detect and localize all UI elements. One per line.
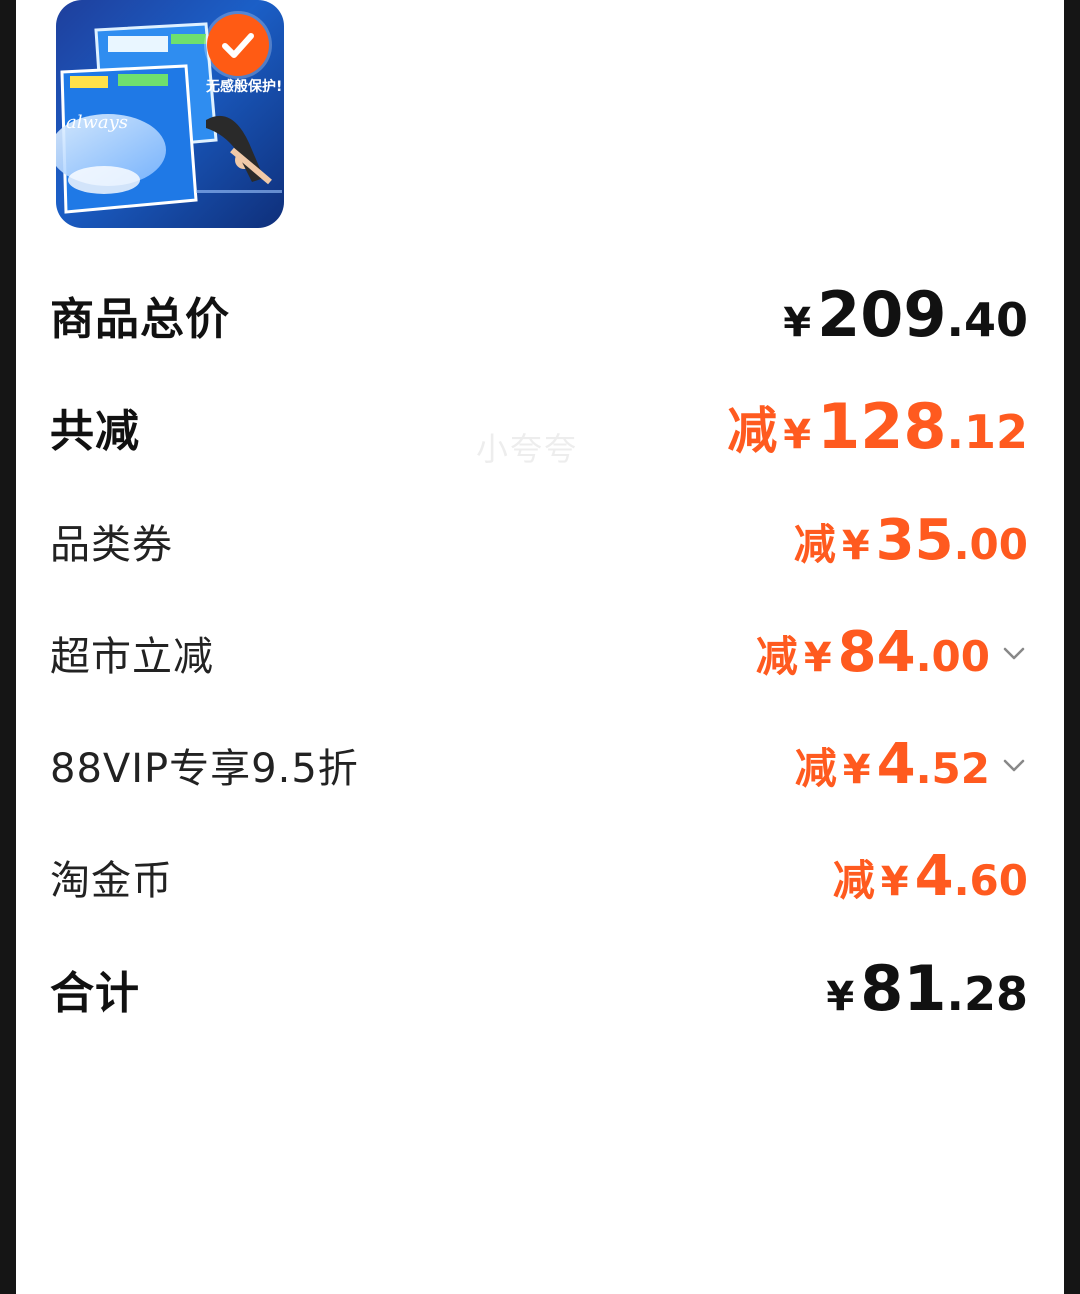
taojinbi-row[interactable]: 淘金币 减 ¥ 4 .60: [50, 844, 1028, 909]
row-label: 淘金币: [50, 857, 173, 904]
currency-symbol: ¥: [783, 412, 812, 458]
discount-prefix: 减: [755, 632, 798, 681]
grand-total-value: ¥ 81 .28: [826, 952, 1028, 1025]
row-label: 共减: [50, 405, 140, 457]
currency-symbol: ¥: [880, 859, 909, 905]
category-coupon-value: 减 ¥ 35 .00: [794, 508, 1028, 573]
price-integer: 35: [875, 508, 954, 573]
product-image-caption: 无感般保护!: [206, 79, 283, 95]
chevron-down-icon[interactable]: [1000, 751, 1028, 779]
price-decimal: .60: [953, 856, 1028, 905]
price-integer: 84: [837, 620, 916, 685]
currency-symbol: ¥: [783, 300, 812, 346]
category-coupon-row[interactable]: 品类券 减 ¥ 35 .00: [50, 508, 1028, 573]
discount-prefix: 减: [727, 402, 778, 460]
vip-discount-value: 减 ¥ 4 .52: [795, 732, 1028, 797]
supermarket-discount-value: 减 ¥ 84 .00: [756, 620, 1028, 685]
discount-prefix: 减: [832, 856, 875, 905]
product-brand-text: always: [66, 112, 129, 133]
price-decimal: .12: [946, 405, 1029, 459]
price-decimal: .00: [953, 520, 1028, 569]
currency-symbol: ¥: [803, 635, 832, 681]
price-integer: 128: [817, 390, 947, 463]
currency-symbol: ¥: [826, 974, 855, 1020]
grand-total-row: 合计 ¥ 81 .28: [50, 952, 1028, 1025]
selected-check-icon[interactable]: [207, 14, 269, 76]
supermarket-discount-row[interactable]: 超市立减 减 ¥ 84 .00: [50, 620, 1028, 685]
price-decimal: .52: [915, 744, 990, 793]
price-decimal: .00: [915, 632, 990, 681]
discount-prefix: 减: [793, 520, 836, 569]
price-decimal: .28: [946, 967, 1029, 1021]
price-integer: 81: [860, 952, 947, 1025]
row-label: 超市立减: [50, 633, 214, 680]
price-detail-panel: 无感般保护! always 小夸夸 商品总价 ¥ 209 .40 共减 减 ¥ …: [16, 0, 1064, 1294]
total-discount-value: 减 ¥ 128 .12: [727, 390, 1028, 463]
price-integer: 209: [817, 278, 947, 351]
row-label: 88VIP专享9.5折: [50, 745, 359, 792]
price-integer: 4: [914, 844, 954, 909]
taojinbi-value: 减 ¥ 4 .60: [833, 844, 1028, 909]
row-label: 商品总价: [50, 293, 230, 345]
discount-prefix: 减: [794, 744, 837, 793]
vip-discount-row[interactable]: 88VIP专享9.5折 减 ¥ 4 .52: [50, 732, 1028, 797]
total-discount-row: 共减 减 ¥ 128 .12: [50, 390, 1028, 463]
currency-symbol: ¥: [842, 747, 871, 793]
price-decimal: .40: [946, 293, 1029, 347]
currency-symbol: ¥: [841, 523, 870, 569]
price-integer: 4: [876, 732, 916, 797]
row-label: 品类券: [50, 521, 173, 568]
total-price-value: ¥ 209 .40: [783, 278, 1028, 351]
chevron-down-icon[interactable]: [1000, 639, 1028, 667]
row-label: 合计: [50, 967, 140, 1019]
total-price-row: 商品总价 ¥ 209 .40: [50, 278, 1028, 351]
